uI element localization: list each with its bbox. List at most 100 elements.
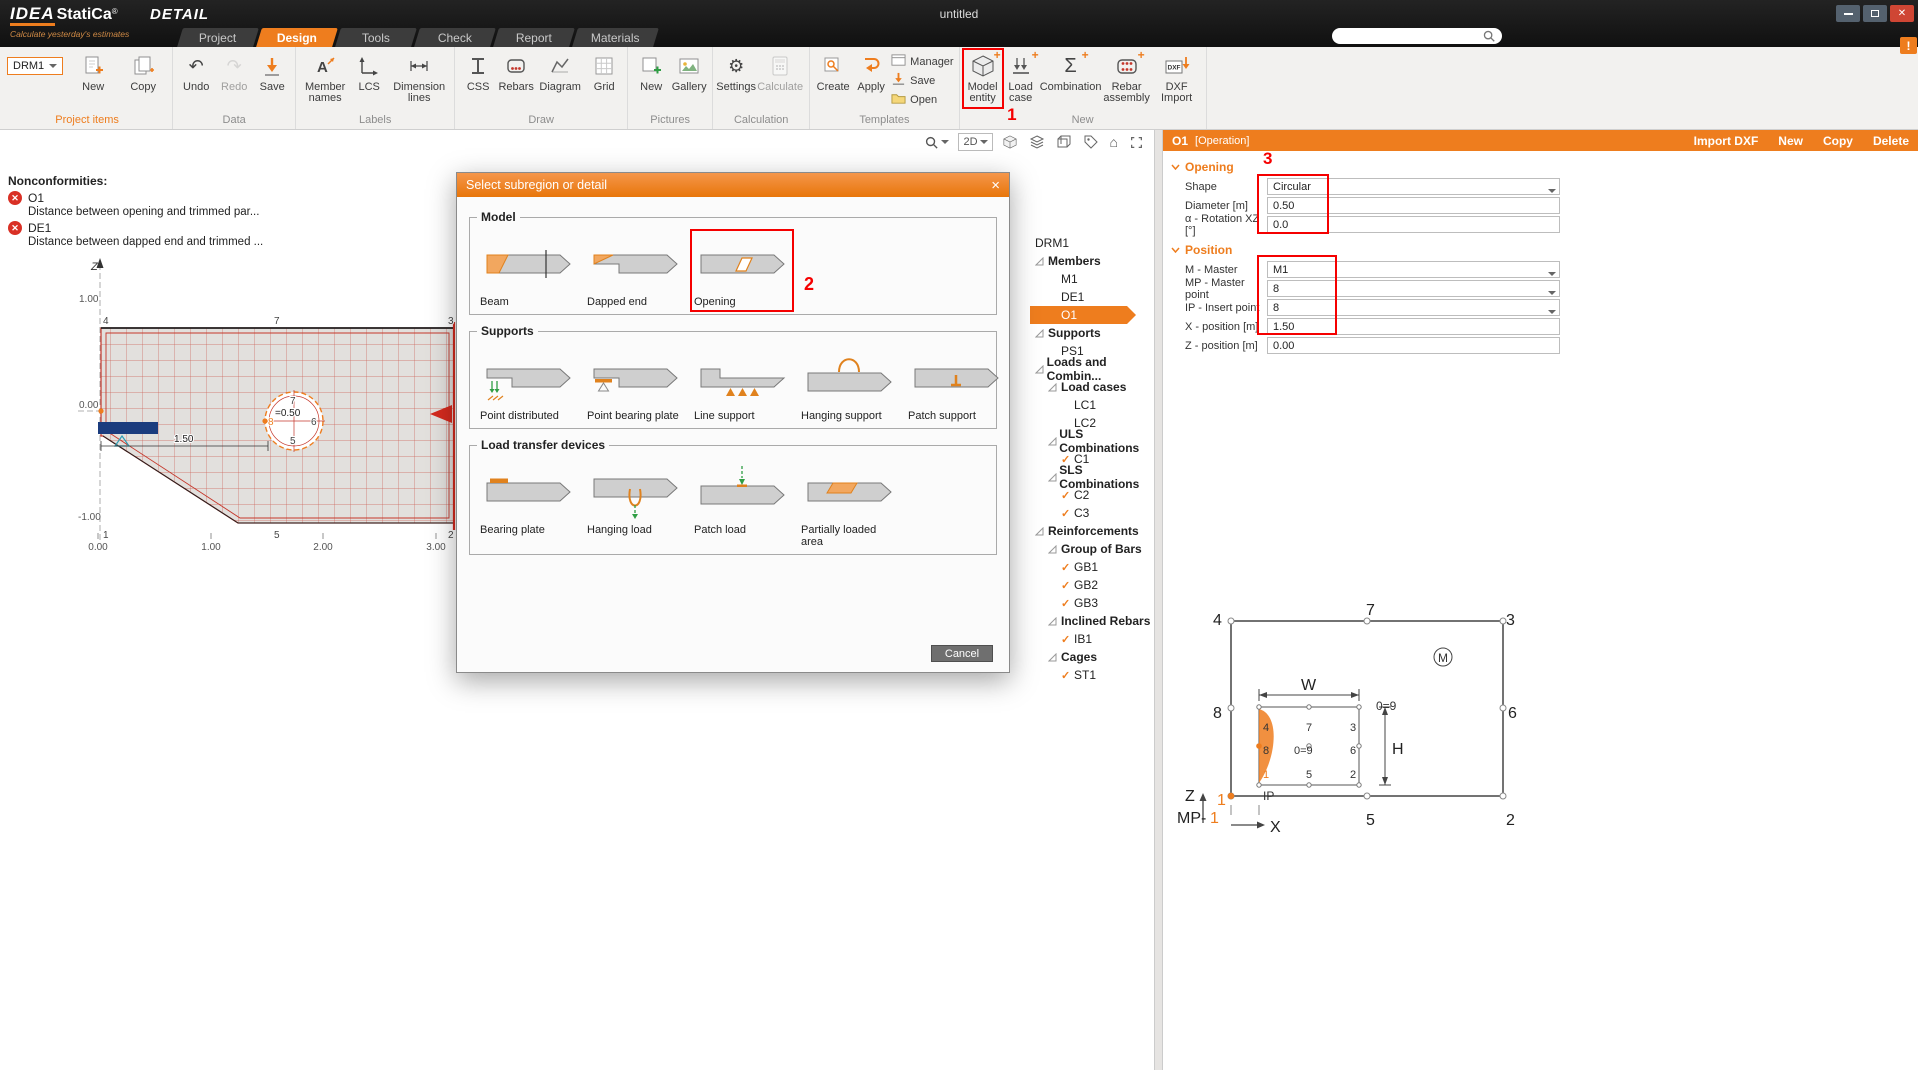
tab-materials[interactable]: Materials [572,28,658,47]
check-icon[interactable]: ✓ [1061,669,1074,682]
copy-project-item-button[interactable]: Copy [119,49,167,109]
new-project-item-button[interactable]: New [69,49,117,109]
grid-button[interactable]: Grid [586,49,622,109]
z-position-input[interactable]: 0.00 [1267,337,1560,354]
tile-opening[interactable]: Opening 2 [694,233,790,308]
dxf-import-button[interactable]: DXF DXF Import [1153,49,1201,109]
tree-item-gb2[interactable]: ✓GB2 [1030,576,1152,594]
tree-item-de1[interactable]: DE1 [1030,288,1152,306]
tab-tools[interactable]: Tools [335,28,417,47]
x-position-input[interactable]: 1.50 [1267,318,1560,335]
nonconformity-item[interactable]: ✕ DE1 [8,221,263,235]
template-open-button[interactable]: Open [891,92,953,107]
zoom-tool-button[interactable] [922,133,951,151]
delete-operation-button[interactable]: Delete [1873,134,1909,148]
dialog-header[interactable]: Select subregion or detail × [457,173,1009,197]
tree-item-group-of-bars[interactable]: Group of Bars [1030,540,1152,558]
expander-icon[interactable] [1035,527,1048,536]
tree-item-ib1[interactable]: ✓IB1 [1030,630,1152,648]
tile-bearing-plate[interactable]: Bearing plate [480,461,576,548]
tile-patch-support[interactable]: Patch support [908,347,1004,422]
nonconformity-item[interactable]: ✕ O1 [8,191,263,205]
tab-design[interactable]: Design [256,28,338,47]
close-icon[interactable]: × [991,177,1000,194]
lcs-button[interactable]: LCS [351,49,387,109]
check-icon[interactable]: ✓ [1061,489,1074,502]
section-opening[interactable]: Opening [1171,160,1910,174]
tree-item-loads-and-combin[interactable]: Loads and Combin... [1030,360,1152,378]
dimension-lines-button[interactable]: Dimension lines [389,49,449,109]
tab-project[interactable]: Project [177,28,259,47]
view-mode-button[interactable]: 2D [958,133,992,151]
check-icon[interactable]: ✓ [1061,561,1074,574]
tree-item-st1[interactable]: ✓ST1 [1030,666,1152,684]
tab-report[interactable]: Report [493,28,575,47]
expander-icon[interactable] [1035,257,1048,266]
model-entity-button[interactable]: + Model entity [965,49,1001,109]
apply-template-button[interactable]: Apply [853,49,889,109]
rebar-assembly-button[interactable]: + Rebar assembly [1103,49,1151,109]
template-manager-button[interactable]: Manager [891,54,953,69]
maximize-button[interactable] [1863,5,1887,22]
expander-icon[interactable] [1048,473,1059,482]
search-icon[interactable] [1482,29,1496,43]
check-icon[interactable]: ✓ [1061,633,1074,646]
create-template-button[interactable]: Create [815,49,851,109]
tree-item-inclined-rebars[interactable]: Inclined Rebars [1030,612,1152,630]
expander-icon[interactable] [1048,437,1059,446]
project-item-combo[interactable]: DRM1 [7,57,63,75]
undo-button[interactable]: ↶ Undo [178,49,214,109]
tile-line-support[interactable]: Line support [694,347,790,422]
tile-patch-load[interactable]: Patch load [694,461,790,548]
member-names-button[interactable]: A Member names [301,49,349,109]
minimize-button[interactable] [1836,5,1860,22]
drawing-canvas[interactable]: 2D ⌂ Nonconformities: ✕ O1 Distance betw… [0,130,1154,1070]
tree-item-lc1[interactable]: LC1 [1030,396,1152,414]
rotation-input[interactable]: 0.0 [1267,216,1560,233]
save-button[interactable]: Save [254,49,290,109]
tile-point-bearing-plate[interactable]: Point bearing plate [587,347,683,422]
new-picture-button[interactable]: New [633,49,669,109]
search-input[interactable] [1338,30,1482,42]
tree-item-reinforcements[interactable]: Reinforcements [1030,522,1152,540]
master-point-select[interactable]: 8 [1267,280,1560,297]
tab-check[interactable]: Check [414,28,496,47]
tile-dapped-end[interactable]: Dapped end [587,233,683,308]
check-icon[interactable]: ✓ [1061,597,1074,610]
tree-item-m1[interactable]: M1 [1030,270,1152,288]
tree-item-sls-combinations[interactable]: SLS Combinations [1030,468,1152,486]
fullscreen-button[interactable] [1127,133,1146,151]
tree-root-drm1[interactable]: DRM1 [1030,234,1152,252]
tile-point-distributed[interactable]: Point distributed [480,347,576,422]
copy-operation-button[interactable]: Copy [1823,134,1853,148]
layers-button[interactable] [1027,133,1047,151]
tree-item-cages[interactable]: Cages [1030,648,1152,666]
tree-item-members[interactable]: Members [1030,252,1152,270]
zoom-home-button[interactable]: ⌂ [1108,133,1120,151]
master-select[interactable]: M1 [1267,261,1560,278]
insert-point-select[interactable]: 8 [1267,299,1560,316]
redo-button[interactable]: ↷ Redo [216,49,252,109]
diameter-input[interactable]: 0.50 [1267,197,1560,214]
tile-partially-loaded-area[interactable]: Partially loaded area [801,461,897,548]
clipping-box-button[interactable] [1054,133,1074,151]
gallery-button[interactable]: Gallery [671,49,707,109]
calculate-button[interactable]: Calculate [756,49,804,109]
expander-icon[interactable] [1035,365,1047,374]
cancel-button[interactable]: Cancel [931,645,993,662]
tile-beam[interactable]: Beam [480,233,576,308]
tile-hanging-load[interactable]: Hanging load [587,461,683,548]
check-icon[interactable]: ✓ [1061,579,1074,592]
expander-icon[interactable] [1048,383,1061,392]
combination-button[interactable]: Σ+ Combination [1041,49,1101,109]
load-case-button[interactable]: + Load case [1003,49,1039,109]
diagram-button[interactable]: Diagram [536,49,584,109]
tree-item-o1[interactable]: O1 [1030,306,1136,324]
section-position[interactable]: Position [1171,243,1910,257]
tree-item-supports[interactable]: Supports [1030,324,1152,342]
check-icon[interactable]: ✓ [1061,507,1074,520]
import-dxf-button[interactable]: Import DXF [1694,134,1759,148]
template-save-button[interactable]: Save [891,73,953,88]
rebars-button[interactable]: Rebars [498,49,534,109]
settings-button[interactable]: ⚙ Settings [718,49,754,109]
